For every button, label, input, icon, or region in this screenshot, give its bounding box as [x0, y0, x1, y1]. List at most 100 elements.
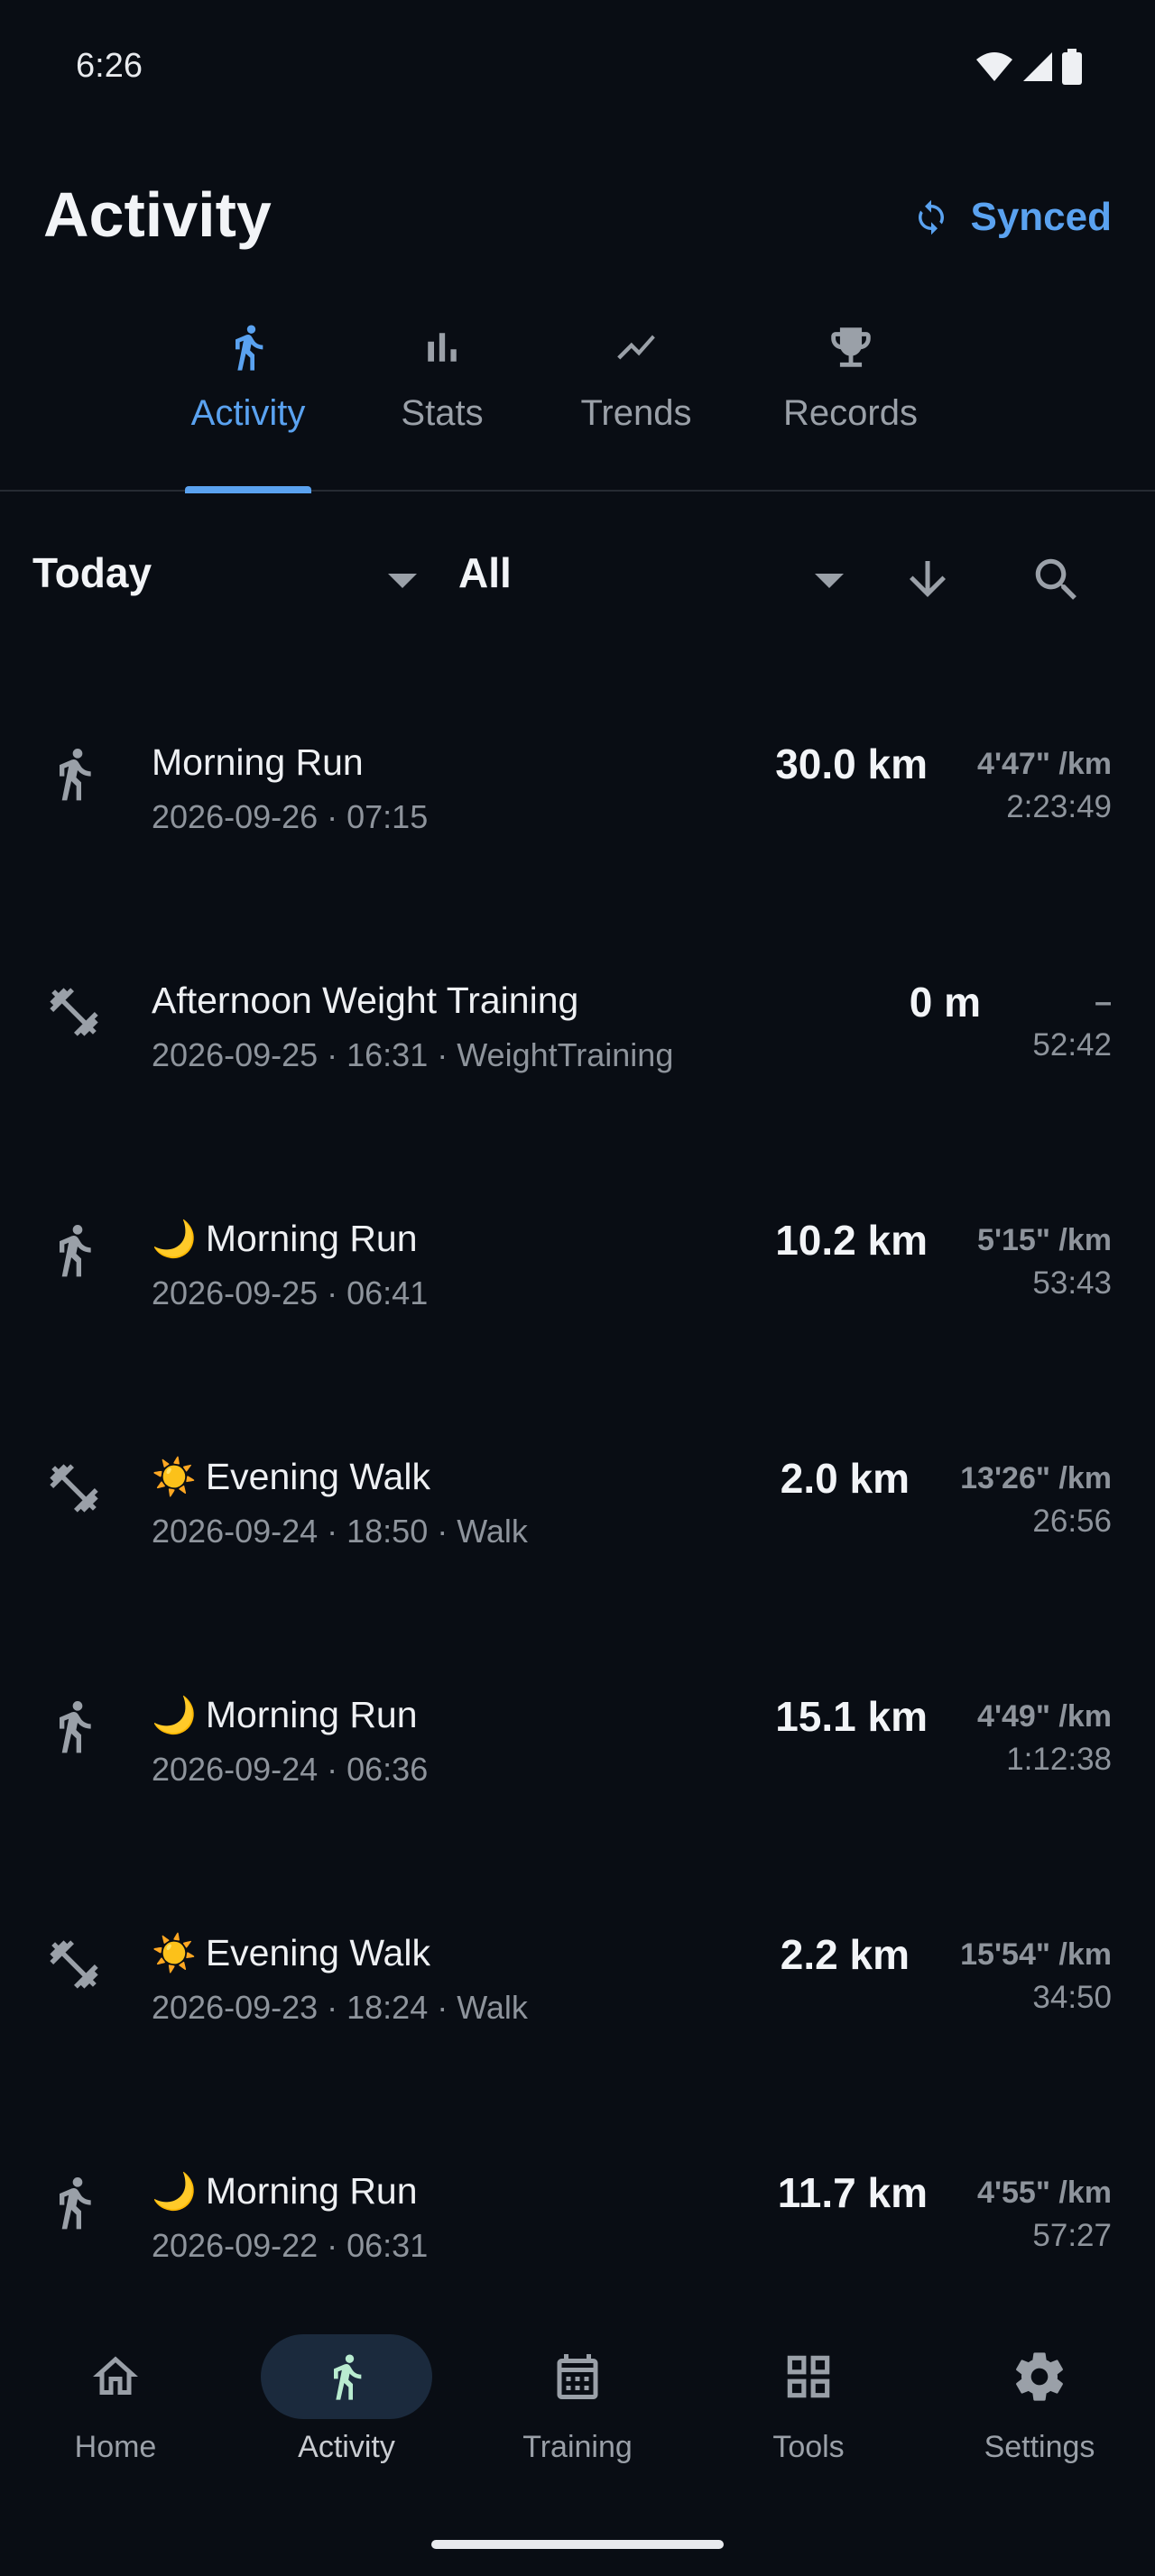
dumbbell-icon — [50, 988, 98, 1036]
activity-name: Afternoon Weight Training — [152, 980, 579, 1021]
gear-icon — [1016, 2352, 1063, 2401]
gesture-home-bar[interactable] — [431, 2540, 724, 2549]
moon-icon: 🌙 — [152, 1219, 197, 1259]
activity-name: 🌙 Morning Run — [152, 2170, 418, 2212]
tab-label: Activity — [190, 393, 306, 433]
nav-label: Activity — [298, 2430, 395, 2464]
activity-distance: 2.2 km — [780, 1931, 910, 1978]
tab-label: Records — [783, 393, 918, 433]
activity-meta: 2026-09-23 · 18:24 · Walk — [152, 1989, 528, 2026]
activity-meta: 2026-09-25 · 06:41 — [152, 1274, 429, 1311]
tab-records[interactable]: Records — [772, 316, 929, 492]
activity-name: 🌙 Morning Run — [152, 1218, 418, 1259]
tab-label: Trends — [580, 393, 692, 433]
wifi-icon — [976, 52, 1012, 81]
type-dropdown-value: All — [458, 549, 512, 596]
sync-status-button[interactable]: Synced — [912, 195, 1112, 240]
activity-row[interactable]: ☀️ Evening Walk 2026-09-24 · 18:50 · Walk… — [0, 1400, 1155, 1638]
page-title: Activity — [43, 179, 272, 250]
activity-meta: 2026-09-26 · 07:15 — [152, 798, 429, 835]
trophy-icon — [830, 327, 871, 367]
activity-pace: 13'26" /km — [960, 1461, 1112, 1495]
app-header: Activity Synced — [0, 171, 1155, 262]
sync-icon — [919, 199, 945, 235]
activity-meta: 2026-09-25 · 16:31 · WeightTraining — [152, 1036, 674, 1073]
signal-icon — [1023, 52, 1052, 81]
nav-settings[interactable]: Settings — [949, 2309, 1130, 2480]
activity-tabs: Activity Stats Trends Records — [0, 316, 1155, 493]
activity-name: 🌙 Morning Run — [152, 1694, 418, 1735]
sun-icon: ☀️ — [152, 1934, 197, 1973]
nav-label: Settings — [984, 2430, 1095, 2464]
status-icons — [975, 49, 1083, 85]
activity-distance: 2.0 km — [780, 1455, 910, 1502]
grid-icon — [787, 2355, 830, 2398]
sort-descending-icon[interactable] — [901, 552, 955, 606]
activity-meta: 2026-09-22 · 06:31 — [152, 2227, 429, 2264]
sync-label: Synced — [970, 195, 1112, 239]
nav-activity[interactable]: Activity — [256, 2309, 437, 2480]
dumbbell-icon — [50, 1464, 98, 1513]
filter-bar: Today All — [0, 541, 1155, 613]
sun-icon: ☀️ — [152, 1458, 197, 1497]
activity-distance: 15.1 km — [775, 1693, 928, 1740]
activity-duration: 57:27 — [1032, 2218, 1112, 2253]
calendar-icon — [557, 2354, 598, 2399]
run-icon — [334, 2354, 362, 2400]
moon-icon: 🌙 — [152, 1696, 197, 1735]
activity-pace: 15'54" /km — [960, 1937, 1112, 1972]
home-icon — [93, 2356, 138, 2395]
activity-name: ☀️ Evening Walk — [152, 1456, 430, 1497]
activity-pace: 5'15" /km — [977, 1223, 1112, 1257]
run-icon — [60, 1701, 91, 1753]
activity-duration: 2:23:49 — [1006, 789, 1112, 824]
run-icon — [60, 2177, 91, 2230]
tab-stats[interactable]: Stats — [379, 316, 505, 492]
chevron-down-icon — [815, 574, 844, 588]
dumbbell-icon — [50, 1940, 98, 1989]
bar-chart-icon — [428, 333, 457, 362]
active-tab-indicator — [185, 486, 311, 493]
tab-label: Stats — [401, 393, 484, 433]
tab-activity[interactable]: Activity — [176, 316, 320, 493]
run-icon — [60, 1225, 91, 1277]
nav-tools[interactable]: Tools — [718, 2309, 899, 2480]
activity-row[interactable]: 🌙 Morning Run 2026-09-24 · 06:36 15.1 km … — [0, 1638, 1155, 1876]
nav-training[interactable]: Training — [487, 2309, 668, 2480]
activity-row[interactable]: 🌙 Morning Run 2026-09-25 · 06:41 10.2 km … — [0, 1162, 1155, 1400]
activity-duration: 53:43 — [1032, 1265, 1112, 1301]
activity-pace: 4'49" /km — [977, 1699, 1112, 1734]
activity-distance: 10.2 km — [775, 1217, 928, 1264]
activity-distance: 0 m — [909, 979, 981, 1026]
activity-row[interactable]: Morning Run 2026-09-26 · 07:15 30.0 km 4… — [0, 685, 1155, 924]
battery-icon — [1062, 49, 1082, 85]
activity-duration: 52:42 — [1032, 1027, 1112, 1063]
run-icon — [60, 749, 91, 801]
activity-distance: 11.7 km — [777, 2169, 928, 2216]
nav-label: Tools — [772, 2430, 845, 2464]
search-icon[interactable] — [1029, 552, 1085, 608]
chevron-down-icon — [388, 574, 417, 588]
period-dropdown-value: Today — [32, 549, 152, 596]
tab-trends[interactable]: Trends — [559, 316, 713, 492]
status-bar: 6:26 — [0, 0, 1155, 135]
nav-home[interactable]: Home — [25, 2309, 206, 2480]
activity-meta: 2026-09-24 · 18:50 · Walk — [152, 1513, 528, 1550]
run-icon — [236, 325, 263, 371]
activity-name: ☀️ Evening Walk — [152, 1932, 430, 1973]
activity-row[interactable]: ☀️ Evening Walk 2026-09-23 · 18:24 · Walk… — [0, 1876, 1155, 2114]
activity-duration: 26:56 — [1032, 1504, 1112, 1539]
bottom-navigation: Home Activity Training Tools Settings — [0, 2309, 1155, 2489]
activity-pace: 4'47" /km — [977, 747, 1112, 781]
activity-name: Morning Run — [152, 741, 364, 783]
activity-distance: 30.0 km — [775, 741, 928, 787]
activity-row[interactable]: Afternoon Weight Training 2026-09-25 · 1… — [0, 924, 1155, 1162]
activity-duration: 1:12:38 — [1006, 1742, 1112, 1777]
moon-icon: 🌙 — [152, 2172, 197, 2212]
activity-pace: 4'55" /km — [977, 2176, 1112, 2210]
status-time: 6:26 — [76, 47, 143, 85]
nav-label: Training — [522, 2430, 633, 2464]
activity-pace: – — [1095, 985, 1112, 1019]
activity-meta: 2026-09-24 · 06:36 — [152, 1751, 429, 1788]
trend-line-icon — [617, 335, 655, 360]
